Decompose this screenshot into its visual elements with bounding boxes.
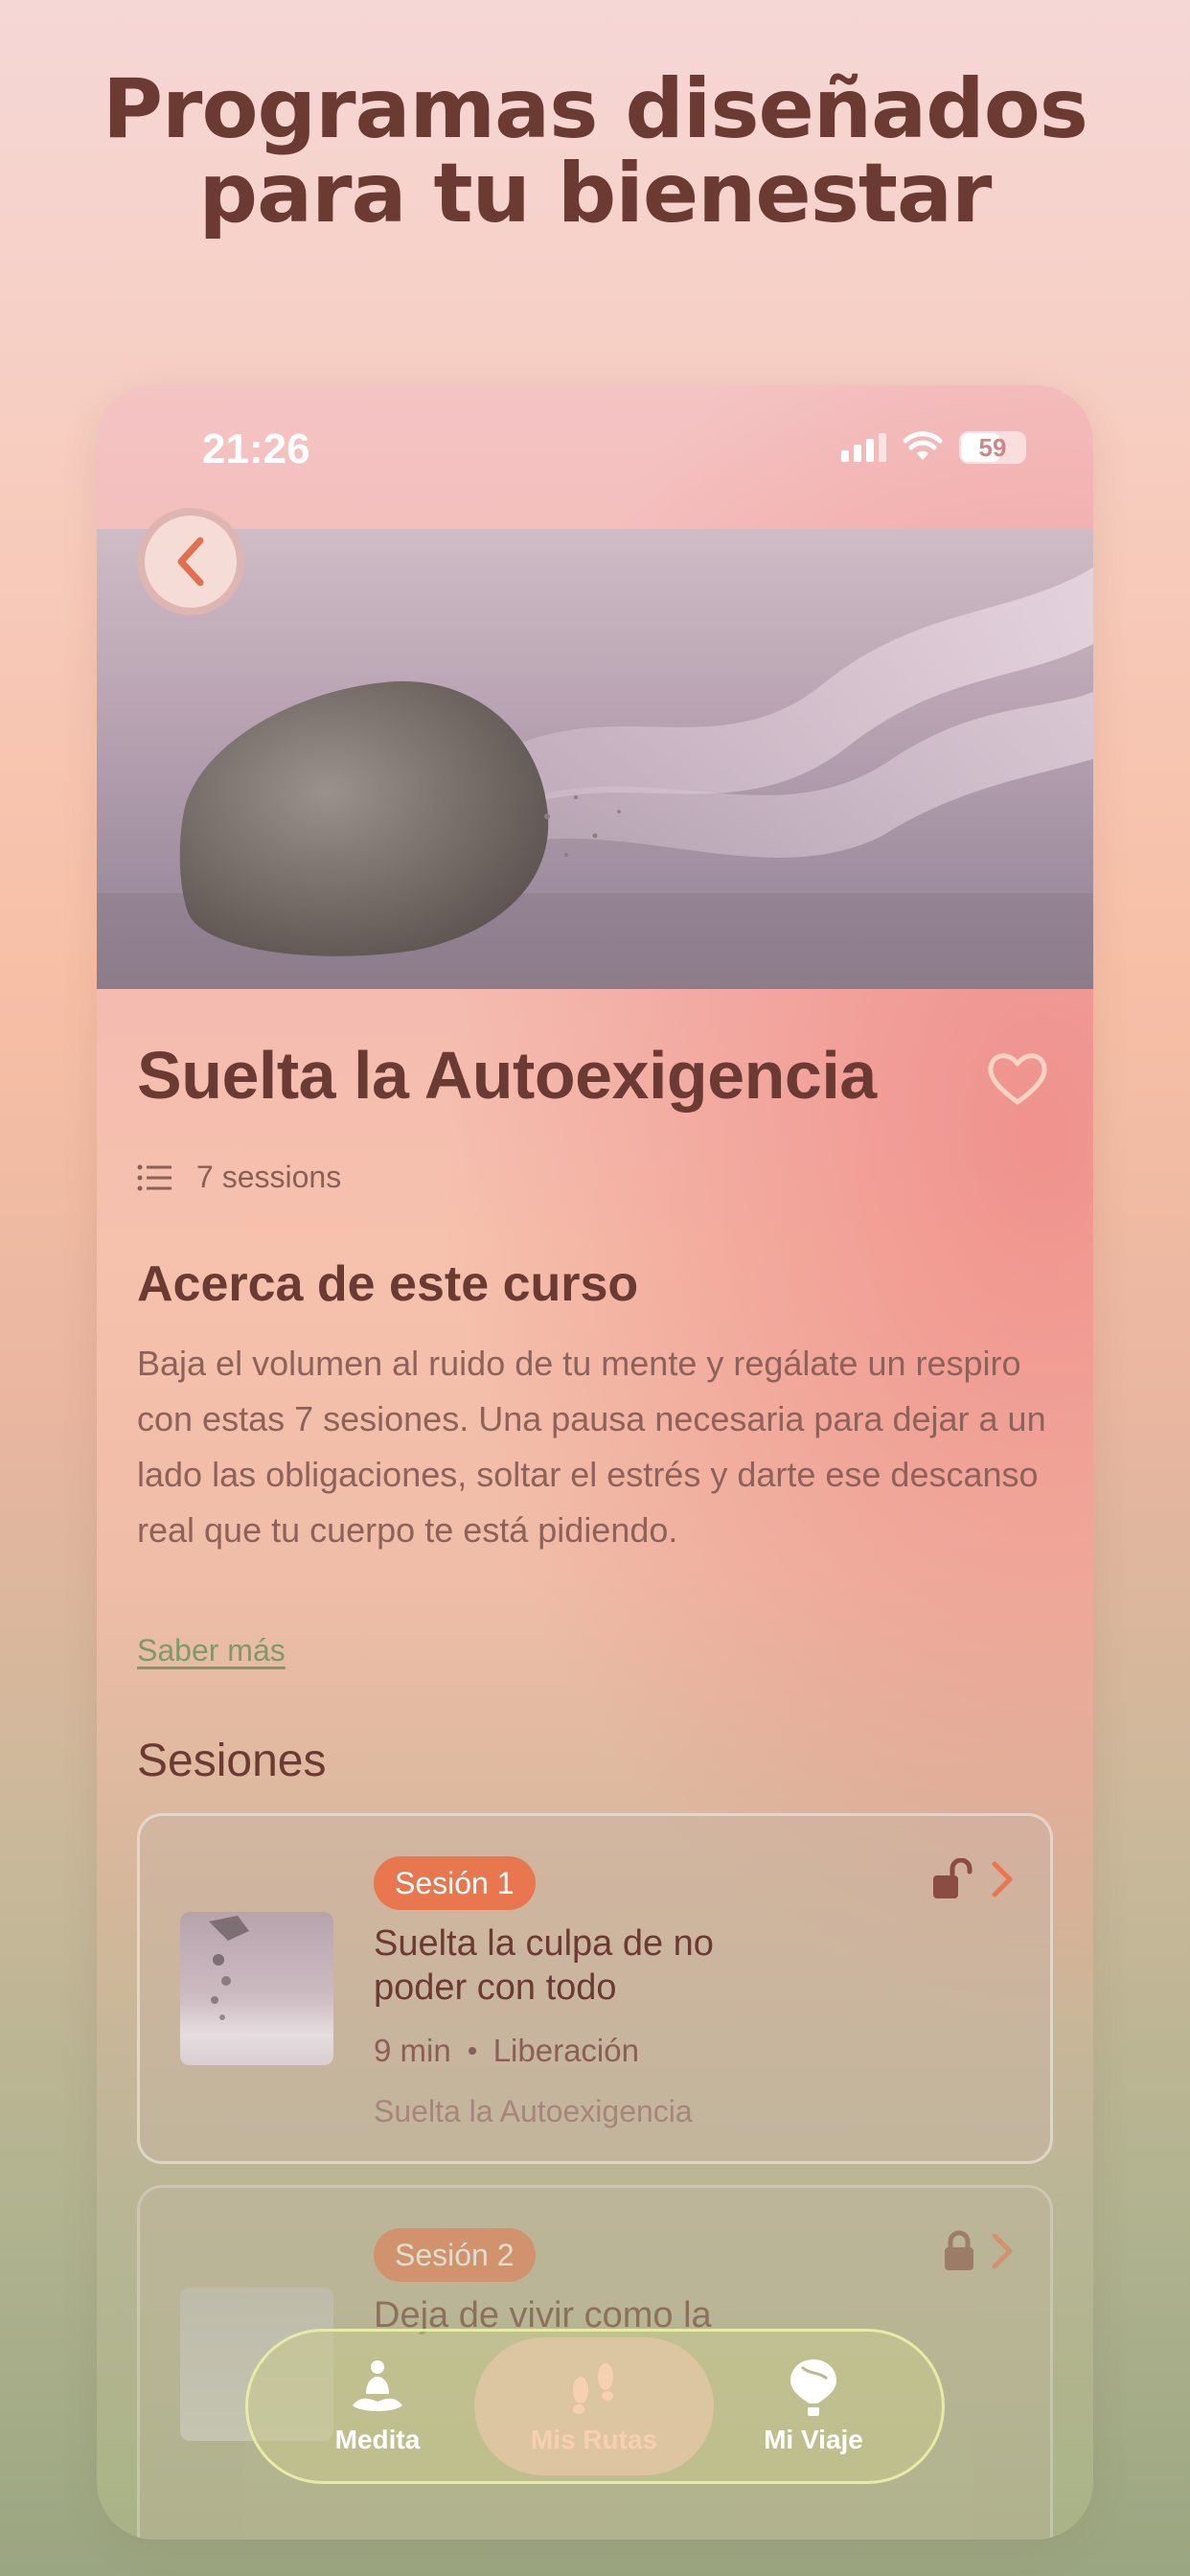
tab-label: Mi Viaje xyxy=(764,2425,863,2454)
balloon-icon xyxy=(790,2359,836,2416)
lock-icon xyxy=(945,2230,973,2270)
sessions-count-label: 7 sessions xyxy=(196,1160,342,1194)
session-duration: 9 min xyxy=(374,2033,451,2068)
session-category: Liberación xyxy=(492,2033,639,2068)
phone-screen: 21:26 59 Suelta la Autoexigencia 7 sessi… xyxy=(97,385,1093,2540)
session-badge: Sesión 1 xyxy=(374,1856,536,1910)
tab-mi-viaje[interactable]: Mi Viaje xyxy=(718,2332,909,2481)
about-text: Baja el volumen al ruido de tu mente y r… xyxy=(137,1344,1046,1550)
about-title: Acerca de este curso xyxy=(137,1256,639,1312)
tab-label: Medita xyxy=(334,2425,421,2454)
footprints-icon xyxy=(573,2363,613,2414)
back-button[interactable] xyxy=(137,508,244,615)
status-icons: 59 xyxy=(841,431,1026,464)
tab-mis-rutas[interactable]: Mis Rutas xyxy=(474,2337,714,2475)
status-time: 21:26 xyxy=(202,426,310,472)
marketing-headline-line2: para tu bienestar xyxy=(198,146,993,242)
read-more-link[interactable]: Saber más xyxy=(137,1633,286,1668)
unlock-icon xyxy=(933,1858,973,1898)
meditation-icon xyxy=(353,2360,402,2411)
favorite-heart-icon[interactable] xyxy=(984,1045,1051,1112)
session-title: Suelta la culpa de no poder con todo xyxy=(374,1923,714,2008)
chevron-right-icon[interactable] xyxy=(991,1860,1014,1898)
session-card[interactable]: Sesión 1 Suelta la culpa de no poder con… xyxy=(137,1813,1053,2164)
tab-medita[interactable]: Medita xyxy=(286,2332,469,2481)
hero-image xyxy=(97,529,1093,989)
session-icons xyxy=(943,2230,1014,2272)
course-title: Suelta la Autoexigencia xyxy=(137,1038,877,1113)
chevron-left-icon xyxy=(177,537,204,586)
marketing-headline: Programas diseñados para tu bienestar xyxy=(0,67,1190,236)
sessions-header: Sesiones xyxy=(137,1736,327,1786)
tab-label: Mis Rutas xyxy=(530,2425,658,2454)
rock-dissolving-image xyxy=(97,567,1093,989)
list-icon xyxy=(137,1164,172,1190)
battery-level: 59 xyxy=(978,432,1007,462)
session-badge: Sesión 2 xyxy=(374,2228,536,2282)
wifi-icon xyxy=(903,431,943,460)
status-bar: 21:26 59 xyxy=(97,385,1093,529)
marketing-headline-line1: Programas diseñados xyxy=(103,61,1088,157)
sessions-count: 7 sessions xyxy=(137,1160,341,1195)
session-meta: 9 min Liberación xyxy=(374,2033,639,2069)
battery-icon: 59 xyxy=(959,431,1026,464)
session-course: Suelta la Autoexigencia xyxy=(374,2094,693,2128)
chevron-right-icon[interactable] xyxy=(991,2232,1014,2270)
tab-bar: Medita Mis Rutas Mi Viaje xyxy=(245,2329,945,2484)
meta-separator xyxy=(468,2047,476,2055)
session-icons xyxy=(931,1858,1014,1900)
session-thumbnail xyxy=(180,1912,333,2065)
signal-icon xyxy=(841,433,886,462)
